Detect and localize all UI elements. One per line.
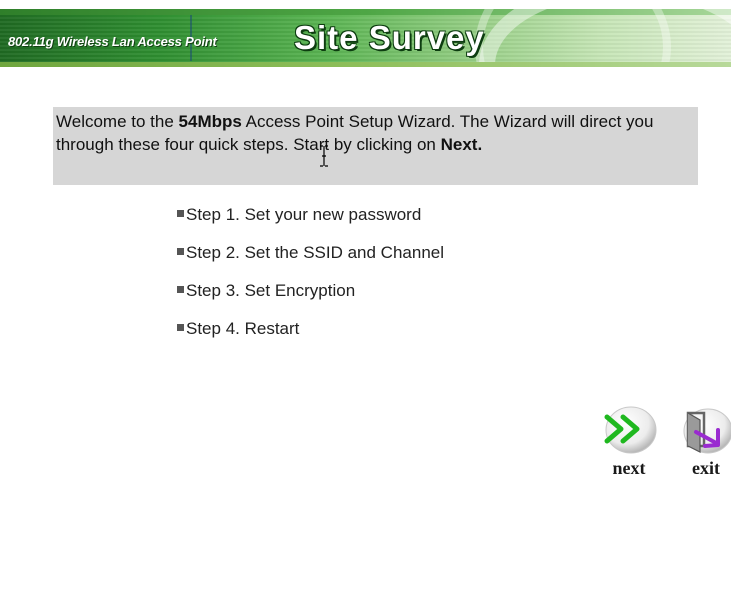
step-label: Step 3. Set Encryption	[186, 281, 356, 300]
double-chevron-right-icon[interactable]	[600, 405, 658, 455]
exit-arrow-icon[interactable]	[678, 408, 731, 455]
product-subtitle: 802.11g Wireless Lan Access Point	[8, 34, 217, 49]
next-button[interactable]: next	[598, 405, 660, 479]
exit-label[interactable]: exit	[676, 458, 731, 479]
banner-bottom-band	[0, 62, 731, 67]
text-cursor-icon	[320, 145, 328, 167]
step-label: Step 2. Set the SSID and Channel	[186, 243, 445, 262]
next-label[interactable]: next	[598, 458, 660, 479]
welcome-next-hint: Next.	[440, 135, 483, 154]
welcome-message: Welcome to the 54Mbps Access Point Setup…	[53, 107, 698, 185]
step-label: Step 4. Restart	[186, 319, 300, 338]
exit-button[interactable]: exit	[676, 408, 731, 479]
bullet-icon	[177, 324, 184, 332]
list-item: Step 1. Set your new password	[177, 202, 444, 227]
step-label: Step 1. Set your new password	[186, 205, 422, 224]
header-banner: 802.11g Wireless Lan Access Point Site S…	[0, 9, 731, 67]
bullet-icon	[177, 210, 184, 218]
welcome-speed: 54Mbps	[178, 112, 242, 131]
list-item: Step 3. Set Encryption	[177, 278, 444, 303]
page-title: Site Survey	[294, 19, 485, 56]
bullet-icon	[177, 248, 184, 256]
list-item: Step 4. Restart	[177, 316, 444, 341]
list-item: Step 2. Set the SSID and Channel	[177, 240, 444, 265]
bullet-icon	[177, 286, 184, 294]
steps-list: Step 1. Set your new password Step 2. Se…	[177, 202, 444, 354]
welcome-text: Welcome to the	[56, 112, 179, 131]
banner-swoosh	[479, 9, 731, 67]
